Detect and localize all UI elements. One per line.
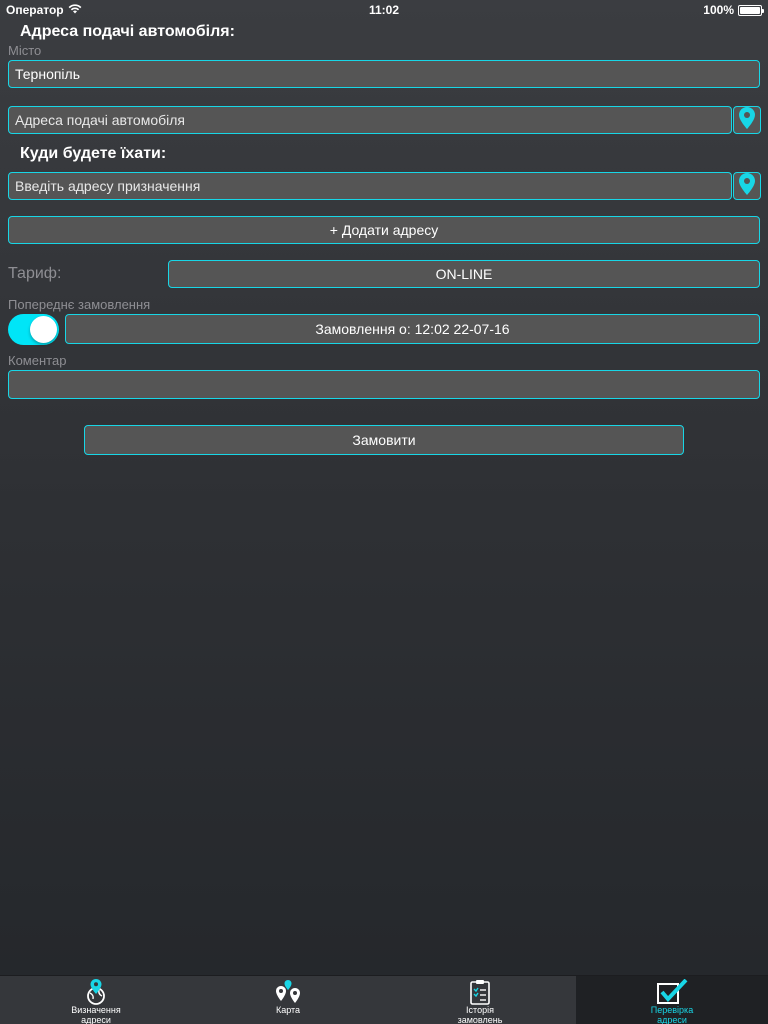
submit-order-button[interactable]: Замовити [84,425,684,455]
comment-input[interactable] [8,370,760,399]
clipboard-icon [470,979,490,1005]
tab-label-line1: Визначення [71,1005,121,1015]
map-pins-icon [274,979,302,1005]
tab-label-line1: Історія [466,1005,494,1015]
tab-bar: Визначення адреси Карта Історія замовлен… [0,975,768,1024]
battery-percent: 100% [703,3,734,17]
map-pin-icon [739,172,755,200]
pickup-location-button[interactable] [733,106,761,134]
pickup-heading: Адреса подачі автомобіля: [20,23,235,40]
tab-label-line1: Перевірка [650,1005,694,1015]
status-bar: Оператор 11:02 100% [0,0,768,20]
battery-info: 100% [703,3,764,17]
tab-label-line2: адреси [657,1015,687,1024]
checkbox-icon [656,979,688,1005]
city-field[interactable]: Тернопіль [8,60,760,88]
order-time-button[interactable]: Замовлення о: 12:02 22-07-16 [65,314,760,344]
tariff-selector[interactable]: ON-LINE [168,260,760,288]
clock: 11:02 [368,3,400,17]
tab-label-line2: адреси [81,1015,111,1024]
tab-address-check[interactable]: Перевірка адреси [576,976,768,1024]
globe-pin-icon [85,979,107,1005]
tab-address-detection[interactable]: Визначення адреси [0,976,192,1024]
destination-heading: Куди будете їхати: [20,145,167,162]
add-address-button[interactable]: + Додати адресу [8,216,760,244]
tab-label-line1: Карта [275,1005,301,1015]
map-pin-icon [739,106,755,134]
preorder-label: Попереднє замовлення [8,297,151,312]
tab-label-line2: замовлень [457,1015,503,1024]
destination-address-input[interactable]: Введіть адресу призначення [8,172,732,200]
city-label: Місто [8,43,42,58]
pickup-address-input[interactable]: Адреса подачі автомобіля [8,106,732,134]
battery-icon [738,4,764,16]
tab-order-history[interactable]: Історія замовлень [384,976,576,1024]
comment-label: Коментар [8,353,67,368]
toggle-knob [30,316,57,343]
preorder-toggle[interactable] [8,314,59,345]
tariff-label: Тариф: [8,265,62,282]
tab-map[interactable]: Карта [192,976,384,1024]
destination-location-button[interactable] [733,172,761,200]
